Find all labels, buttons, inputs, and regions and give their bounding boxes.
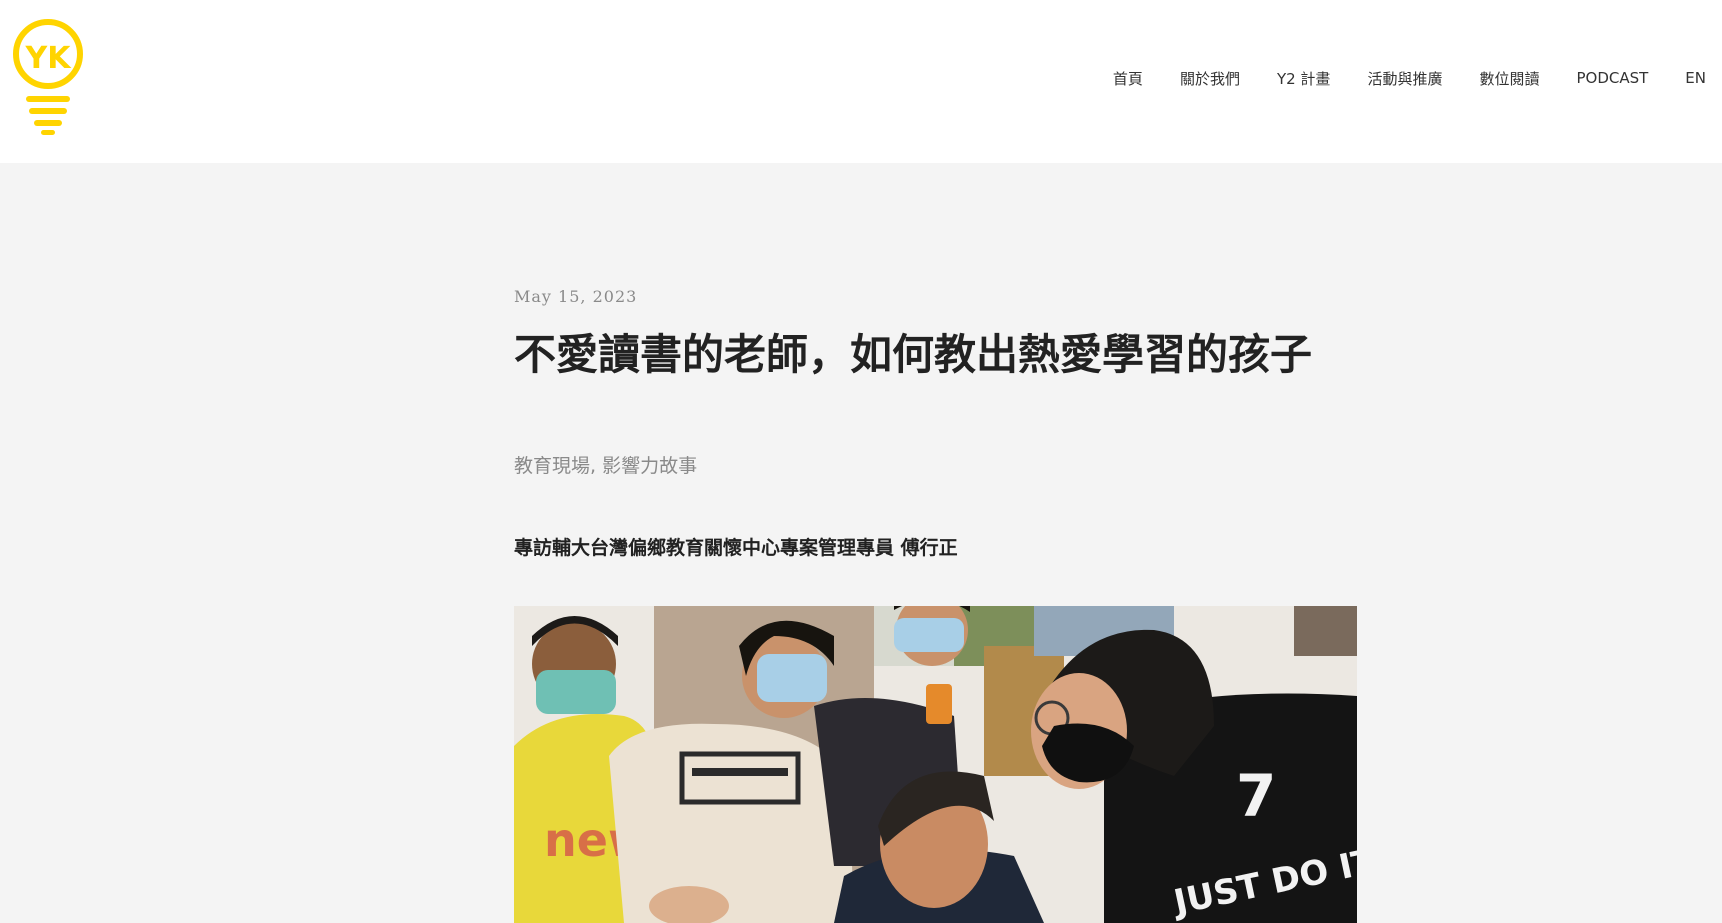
post-date: May 15, 2023 <box>514 287 638 306</box>
main-nav: 首頁 關於我們 Y2 計畫 活動與推廣 數位閱讀 PODCAST EN <box>1076 66 1722 90</box>
feature-photo-students: new 7 JUST DO IT. <box>514 606 1357 923</box>
category-separator: , <box>590 455 603 477</box>
site-header: YK 首頁 關於我們 Y2 計畫 活動與推廣 數位閱讀 PODCAST EN <box>0 0 1722 163</box>
nav-language-en[interactable]: EN <box>1685 69 1706 87</box>
svg-text:7: 7 <box>1236 762 1276 830</box>
article: May 15, 2023 不愛讀書的老師，如何教出熱愛學習的孩子 教育現場, 影… <box>514 163 1357 923</box>
nav-home[interactable]: 首頁 <box>1113 68 1143 89</box>
post-subhead: 專訪輔大台灣偏鄉教育關懷中心專案管理專員 傅行正 <box>514 537 958 559</box>
feature-image: new 7 JUST DO IT. <box>514 606 1357 923</box>
nav-events[interactable]: 活動與推廣 <box>1367 68 1442 89</box>
post-title: 不愛讀書的老師，如何教出熱愛學習的孩子 <box>514 330 1313 379</box>
post-categories: 教育現場, 影響力故事 <box>514 451 697 478</box>
nav-y2-plan[interactable]: Y2 計畫 <box>1277 68 1330 89</box>
logo-lightbulb-icon[interactable]: YK <box>10 18 86 136</box>
category-link-education-field[interactable]: 教育現場 <box>514 455 590 477</box>
nav-podcast[interactable]: PODCAST <box>1576 69 1648 87</box>
category-link-impact-stories[interactable]: 影響力故事 <box>602 455 697 477</box>
nav-digital-reading[interactable]: 數位閱讀 <box>1479 68 1539 89</box>
nav-about[interactable]: 關於我們 <box>1180 68 1240 89</box>
svg-text:YK: YK <box>25 41 73 76</box>
